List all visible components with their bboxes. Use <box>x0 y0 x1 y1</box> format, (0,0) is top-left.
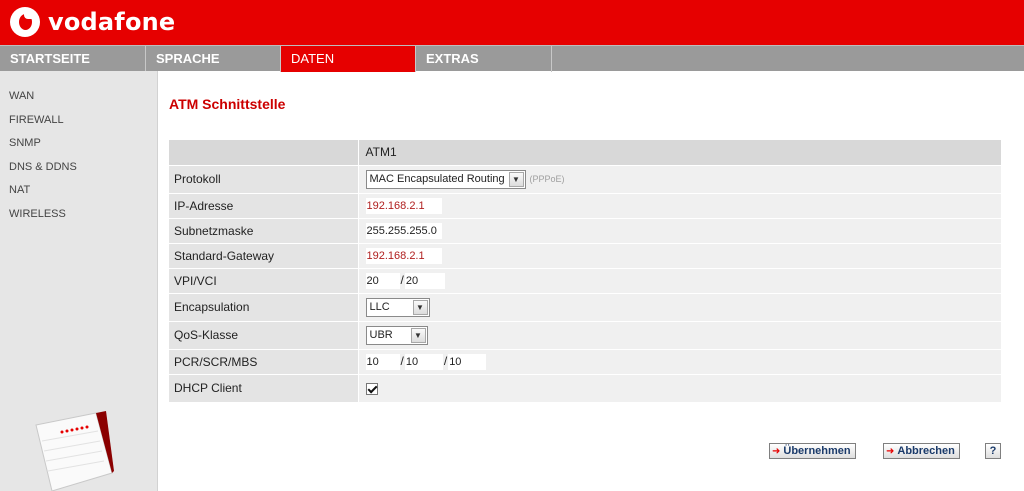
apply-button[interactable]: ➜ Übernehmen <box>769 443 856 459</box>
tab-sprache[interactable]: SPRACHE <box>146 46 281 72</box>
label-encapsulation: Encapsulation <box>169 293 359 321</box>
sidebar-item-nat[interactable]: NAT <box>0 179 157 203</box>
tab-startseite[interactable]: STARTSEITE <box>0 46 146 72</box>
protokoll-select-value: MAC Encapsulated Routing <box>369 173 505 185</box>
sidebar: WAN FIREWALL SNMP DNS & DDNS NAT WIRELES… <box>0 71 158 491</box>
cell-pcr-scr-mbs: 10/10/10 <box>358 349 1001 374</box>
label-qos-klasse: QoS-Klasse <box>169 321 359 349</box>
header-blank-cell <box>169 140 359 165</box>
chevron-down-icon: ▼ <box>410 327 426 343</box>
header-bar: vodafone <box>0 0 1024 45</box>
label-protokoll: Protokoll <box>169 165 359 193</box>
row-vpi-vci: VPI/VCI 20/20 <box>169 268 1001 293</box>
arrow-right-icon: ➜ <box>886 445 895 457</box>
label-standard-gateway: Standard-Gateway <box>169 243 359 268</box>
qos-select-value: UBR <box>369 329 393 341</box>
router-device-image <box>35 411 114 491</box>
protokoll-select[interactable]: MAC Encapsulated Routing ▼ <box>365 169 526 189</box>
pcr-field[interactable]: 10 <box>365 353 400 370</box>
vodafone-logo[interactable]: vodafone <box>10 5 175 39</box>
scr-field[interactable]: 10 <box>404 353 443 370</box>
cell-qos-klasse: UBR ▼ <box>358 321 1001 349</box>
nav-filler <box>552 46 1024 71</box>
vpi-vci-separator: / <box>400 272 404 287</box>
gateway-field[interactable]: 192.168.2.1 <box>365 247 442 264</box>
sidebar-item-wireless[interactable]: WIRELESS <box>0 203 157 227</box>
column-header-atm1: ATM1 <box>358 140 1001 165</box>
dhcp-client-checkbox[interactable] <box>365 382 378 395</box>
tab-daten[interactable]: DATEN <box>281 46 416 72</box>
cancel-button-label: Abbrechen <box>897 445 955 457</box>
row-standard-gateway: Standard-Gateway 192.168.2.1 <box>169 243 1001 268</box>
sidebar-item-dns-ddns[interactable]: DNS & DDNS <box>0 156 157 180</box>
row-qos-klasse: QoS-Klasse UBR ▼ <box>169 321 1001 349</box>
label-dhcp-client: DHCP Client <box>169 374 359 402</box>
row-pcr-scr-mbs: PCR/SCR/MBS 10/10/10 <box>169 349 1001 374</box>
cell-dhcp-client <box>358 374 1001 402</box>
vci-field[interactable]: 20 <box>404 272 445 289</box>
cell-vpi-vci: 20/20 <box>358 268 1001 293</box>
mbs-field[interactable]: 10 <box>448 353 487 370</box>
label-subnetzmaske: Subnetzmaske <box>169 218 359 243</box>
cell-protokoll: MAC Encapsulated Routing ▼ (PPPoE) <box>358 165 1001 193</box>
protokoll-hint: (PPPoE) <box>529 174 565 185</box>
cell-ip-adresse: 192.168.2.1 <box>358 193 1001 218</box>
table-header-row: ATM1 <box>169 140 1001 165</box>
cell-subnetzmaske: 255.255.255.0 <box>358 218 1001 243</box>
arrow-right-icon: ➜ <box>772 445 781 457</box>
apply-button-label: Übernehmen <box>783 445 851 457</box>
tab-extras[interactable]: EXTRAS <box>416 46 552 72</box>
pcr-scr-separator: / <box>400 353 404 368</box>
brand-name: vodafone <box>48 8 176 36</box>
label-vpi-vci: VPI/VCI <box>169 268 359 293</box>
encapsulation-select-value: LLC <box>369 301 390 313</box>
ip-address-field[interactable]: 192.168.2.1 <box>365 197 442 214</box>
subnet-mask-field[interactable]: 255.255.255.0 <box>365 222 442 239</box>
cancel-button[interactable]: ➜ Abbrechen <box>883 443 960 459</box>
cell-standard-gateway: 192.168.2.1 <box>358 243 1001 268</box>
scr-mbs-separator: / <box>443 353 448 368</box>
chevron-down-icon: ▼ <box>508 171 524 187</box>
vpi-field[interactable]: 20 <box>365 272 400 289</box>
label-ip-adresse: IP-Adresse <box>169 193 359 218</box>
row-encapsulation: Encapsulation LLC ▼ <box>169 293 1001 321</box>
qos-select[interactable]: UBR ▼ <box>365 325 428 345</box>
main-nav: STARTSEITE SPRACHE DATEN EXTRAS <box>0 45 1024 72</box>
cell-encapsulation: LLC ▼ <box>358 293 1001 321</box>
row-dhcp-client: DHCP Client <box>169 374 1001 402</box>
sidebar-item-firewall[interactable]: FIREWALL <box>0 109 157 133</box>
row-ip-adresse: IP-Adresse 192.168.2.1 <box>169 193 1001 218</box>
help-button[interactable]: ? <box>985 443 1001 459</box>
row-subnetzmaske: Subnetzmaske 255.255.255.0 <box>169 218 1001 243</box>
row-protokoll: Protokoll MAC Encapsulated Routing ▼ (PP… <box>169 165 1001 193</box>
label-pcr-scr-mbs: PCR/SCR/MBS <box>169 349 359 374</box>
atm-settings-table: ATM1 Protokoll MAC Encapsulated Routing … <box>169 140 1001 403</box>
sidebar-item-wan[interactable]: WAN <box>0 85 157 109</box>
page-title: ATM Schnittstelle <box>169 96 286 112</box>
chevron-down-icon: ▼ <box>412 299 428 315</box>
sidebar-item-snmp[interactable]: SNMP <box>0 132 157 156</box>
encapsulation-select[interactable]: LLC ▼ <box>365 297 430 317</box>
vodafone-speechmark-icon <box>10 7 40 37</box>
